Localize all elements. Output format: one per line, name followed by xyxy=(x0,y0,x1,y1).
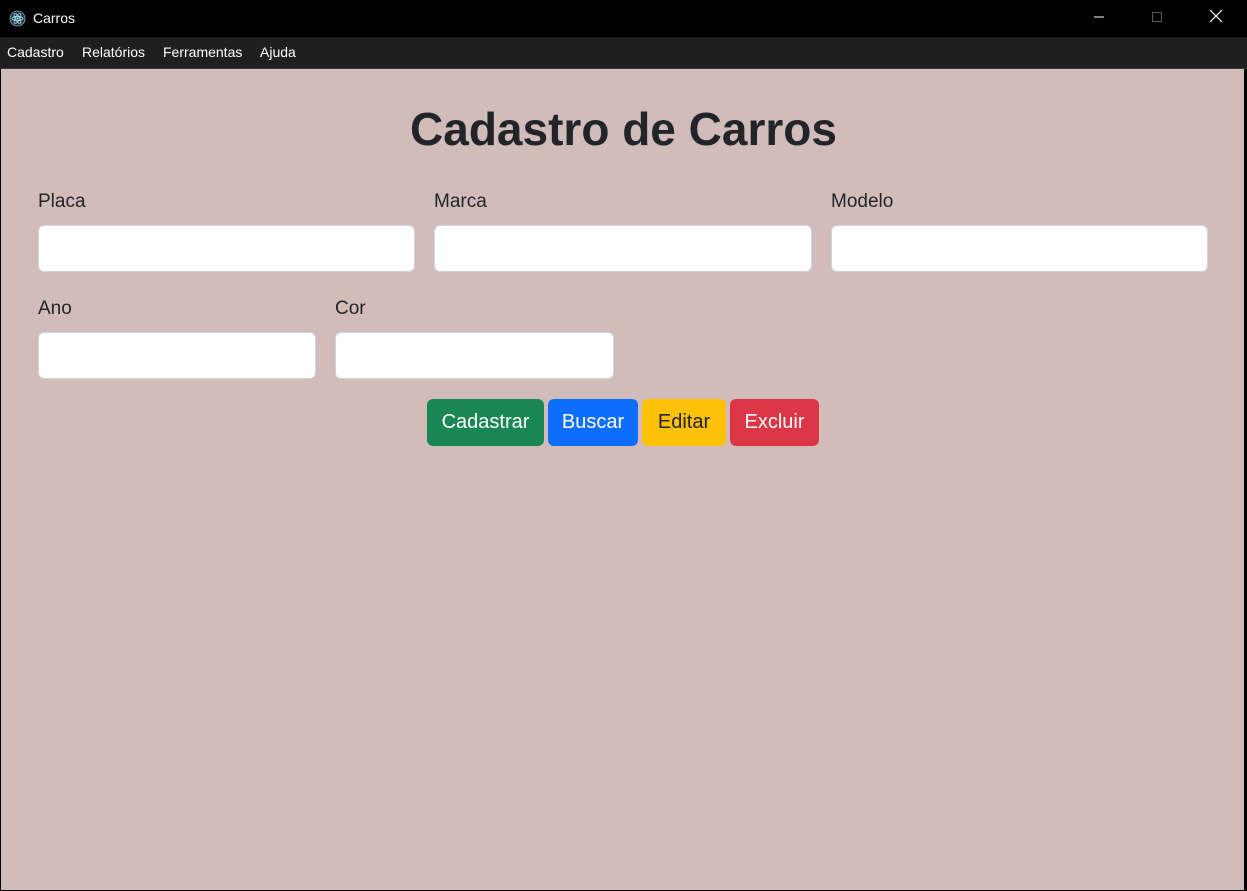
menu-bar: Cadastro Relatórios Ferramentas Ajuda xyxy=(0,37,1247,69)
marca-input[interactable] xyxy=(434,225,812,272)
maximize-icon xyxy=(1151,10,1163,28)
menu-item-ferramentas[interactable]: Ferramentas xyxy=(161,44,244,61)
page-title: Cadastro de Carros xyxy=(410,103,837,155)
maximize-button[interactable] xyxy=(1128,0,1186,37)
electron-atom-icon xyxy=(9,10,26,27)
placa-input[interactable] xyxy=(38,225,415,272)
placa-label: Placa xyxy=(38,191,86,212)
cor-input[interactable] xyxy=(335,332,614,379)
ano-label: Ano xyxy=(38,298,72,319)
main-content: Cadastro de Carros Placa Marca Modelo An… xyxy=(0,69,1245,890)
menu-item-relatorios[interactable]: Relatórios xyxy=(80,44,147,61)
cadastrar-button[interactable]: Cadastrar xyxy=(427,399,544,446)
window-titlebar[interactable]: Carros xyxy=(0,0,1247,37)
close-icon xyxy=(1209,9,1223,28)
menu-item-cadastro[interactable]: Cadastro xyxy=(5,44,66,61)
window-title: Carros xyxy=(33,10,76,26)
ano-input[interactable] xyxy=(38,332,316,379)
minimize-button[interactable] xyxy=(1070,0,1128,37)
buscar-button[interactable]: Buscar xyxy=(548,399,638,446)
minimize-icon xyxy=(1093,10,1105,28)
modelo-label: Modelo xyxy=(831,191,894,212)
modelo-input[interactable] xyxy=(831,225,1208,272)
menu-item-ajuda[interactable]: Ajuda xyxy=(258,44,298,61)
excluir-button[interactable]: Excluir xyxy=(730,399,819,446)
cor-label: Cor xyxy=(335,298,366,319)
marca-label: Marca xyxy=(434,191,487,212)
editar-button[interactable]: Editar xyxy=(642,399,726,446)
close-button[interactable] xyxy=(1187,0,1245,37)
